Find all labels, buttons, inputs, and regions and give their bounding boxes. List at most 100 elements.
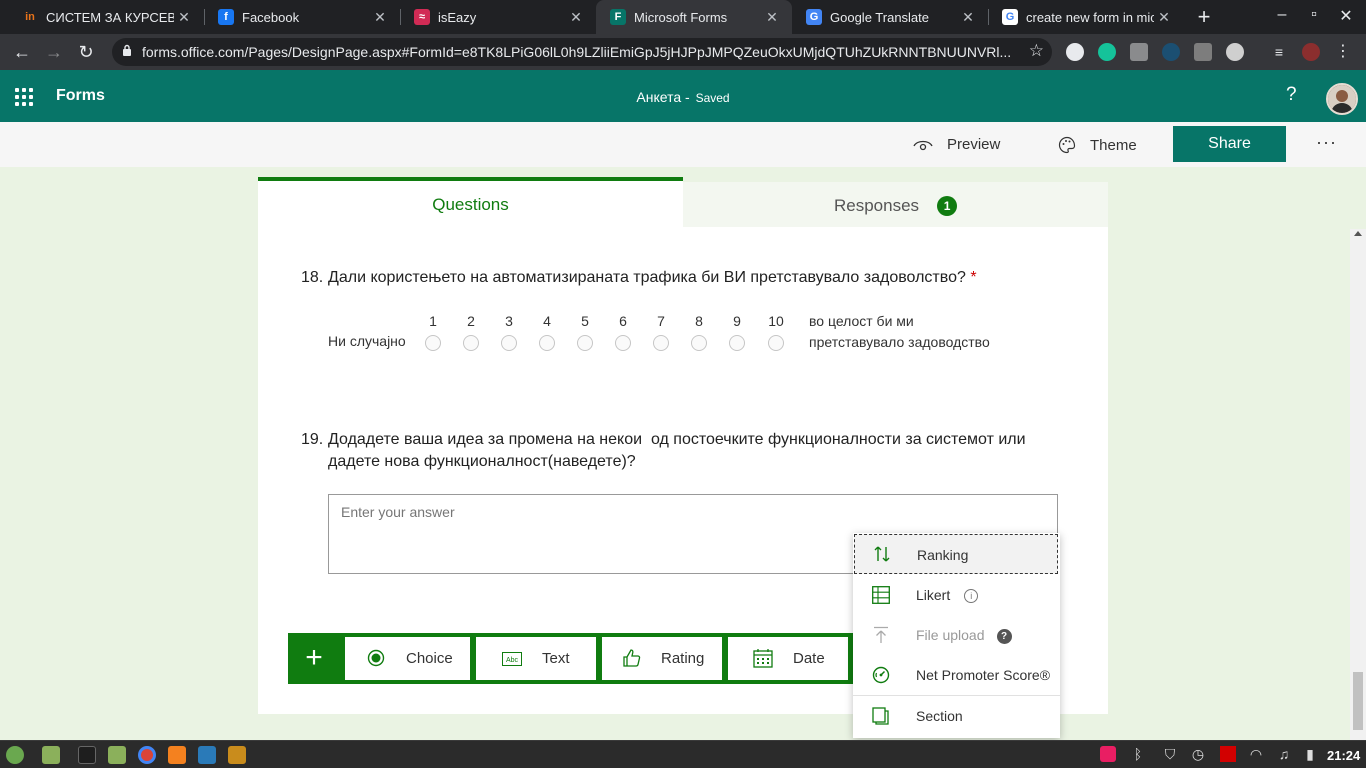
mint-menu-icon[interactable] <box>6 746 24 764</box>
text-editor-icon[interactable] <box>198 746 216 764</box>
minimize-icon[interactable]: – <box>1272 6 1292 24</box>
form-title[interactable]: Анкета <box>636 89 681 105</box>
more-options-icon[interactable]: ··· <box>1316 132 1337 153</box>
profile-avatar-icon[interactable] <box>1302 43 1320 61</box>
add-choice-button[interactable]: Choice <box>345 637 470 680</box>
add-date-button[interactable]: Date <box>728 637 848 680</box>
grammarly-icon[interactable] <box>1098 43 1116 61</box>
url-bar[interactable]: forms.office.com/Pages/DesignPage.aspx#F… <box>112 38 1052 66</box>
tray-app-icon[interactable] <box>1100 746 1116 762</box>
reload-icon[interactable]: ↻ <box>74 41 98 63</box>
info-icon[interactable]: i <box>964 589 979 603</box>
app-orange-icon[interactable] <box>168 746 186 764</box>
rating-option[interactable]: 9 <box>727 313 747 351</box>
rating-radio[interactable] <box>539 335 555 351</box>
close-tab-icon[interactable]: ✕ <box>566 9 586 26</box>
extension-dot-icon[interactable] <box>1066 43 1084 61</box>
question-text: Дали користењето на автоматизираната тра… <box>328 269 966 286</box>
scroll-up-icon[interactable] <box>1354 231 1362 236</box>
show-desktop-icon[interactable] <box>42 746 60 764</box>
terminal-icon[interactable] <box>78 746 96 764</box>
text-abc-icon: Abc <box>502 652 522 666</box>
theme-button[interactable]: Theme <box>1058 136 1137 154</box>
browser-tab-google-search[interactable]: G create new form in mic ✕ <box>988 0 1184 34</box>
rating-option[interactable]: 4 <box>537 313 557 351</box>
help-icon[interactable]: ? <box>1286 84 1297 106</box>
forward-icon[interactable]: → <box>42 41 66 63</box>
close-tab-icon[interactable]: ✕ <box>370 9 390 26</box>
extension-cube-icon[interactable] <box>1194 43 1212 61</box>
rating-option[interactable]: 7 <box>651 313 671 351</box>
user-avatar[interactable] <box>1326 83 1358 115</box>
files-icon[interactable] <box>108 746 126 764</box>
share-button[interactable]: Share <box>1173 126 1286 162</box>
extension-blue-icon[interactable] <box>1162 43 1180 61</box>
rating-option[interactable]: 1 <box>423 313 443 351</box>
facebook-extension-icon[interactable] <box>1130 43 1148 61</box>
rating-option[interactable]: 10 <box>762 313 790 351</box>
tab-title: Facebook <box>242 9 300 25</box>
sublime-icon[interactable] <box>228 746 246 764</box>
browser-tab-courses[interactable]: in СИСТЕМ ЗА КУРСЕВИ ✕ <box>8 0 204 34</box>
menu-item-net-promoter-score[interactable]: Net Promoter Score® <box>853 655 1060 695</box>
tab-title: create new form in mic <box>1026 9 1154 25</box>
menu-item-ranking[interactable]: Ranking <box>854 534 1058 574</box>
help-circle-icon[interactable]: ? <box>996 629 1012 644</box>
chrome-icon[interactable] <box>138 746 156 764</box>
google-favicon-icon: G <box>1002 9 1018 25</box>
rating-radio[interactable] <box>729 335 745 351</box>
new-tab-button[interactable]: + <box>1192 5 1216 29</box>
question-title[interactable]: Додадете ваша идеа за промена на некои о… <box>328 429 1088 473</box>
rating-option[interactable]: 2 <box>461 313 481 351</box>
add-new-icon[interactable]: + <box>288 633 340 684</box>
menu-item-likert[interactable]: Likert i <box>853 575 1060 615</box>
rating-number: 4 <box>543 313 551 329</box>
rating-radio[interactable] <box>425 335 441 351</box>
browser-tab-microsoft-forms[interactable]: F Microsoft Forms ✕ <box>596 0 792 34</box>
question-title[interactable]: Дали користењето на автоматизираната тра… <box>328 267 1058 289</box>
close-tab-icon[interactable]: ✕ <box>958 9 978 26</box>
browser-tab-facebook[interactable]: f Facebook ✕ <box>204 0 400 34</box>
rating-radio[interactable] <box>577 335 593 351</box>
maximize-icon[interactable]: ▫ <box>1304 6 1324 24</box>
rating-option[interactable]: 6 <box>613 313 633 351</box>
rating-radio[interactable] <box>463 335 479 351</box>
rating-option[interactable]: 3 <box>499 313 519 351</box>
scroll-thumb[interactable] <box>1353 672 1363 730</box>
shield-icon[interactable]: ⛉ <box>1162 746 1178 762</box>
browser-tab-iseazy[interactable]: ≈ isEazy ✕ <box>400 0 596 34</box>
rating-radio[interactable] <box>691 335 707 351</box>
media-queue-icon[interactable]: ≡ <box>1270 43 1288 61</box>
menu-item-section[interactable]: Section <box>853 696 1060 736</box>
browser-tab-google-translate[interactable]: G Google Translate ✕ <box>792 0 988 34</box>
window-close-icon[interactable]: ✕ <box>1336 6 1356 26</box>
battery-icon[interactable]: ▮ <box>1302 746 1318 762</box>
preview-button[interactable]: Preview <box>913 136 1000 153</box>
update-clock-icon[interactable]: ◷ <box>1190 746 1206 762</box>
close-tab-icon[interactable]: ✕ <box>174 9 194 26</box>
page-scrollbar[interactable] <box>1350 229 1366 740</box>
rating-radio[interactable] <box>653 335 669 351</box>
keyboard-layout-flag-icon[interactable] <box>1220 746 1236 762</box>
wifi-icon[interactable]: ◠ <box>1248 746 1264 762</box>
close-tab-icon[interactable]: ✕ <box>1154 9 1174 26</box>
tab-questions[interactable]: Questions <box>258 177 683 227</box>
url-text: forms.office.com/Pages/DesignPage.aspx#F… <box>142 44 1012 60</box>
rating-option[interactable]: 8 <box>689 313 709 351</box>
back-icon[interactable]: ← <box>10 41 34 63</box>
add-rating-button[interactable]: Rating <box>602 637 722 680</box>
tab-responses[interactable]: Responses 1 <box>683 182 1108 227</box>
bookmark-star-icon[interactable]: ☆ <box>1029 41 1044 61</box>
rating-option[interactable]: 5 <box>575 313 595 351</box>
clock[interactable]: 21:24 <box>1327 748 1360 763</box>
bluetooth-icon[interactable]: ᛒ <box>1130 746 1146 762</box>
question-text-line2: дадете нова функционалност(наведете)? <box>328 453 636 470</box>
add-text-button[interactable]: Abc Text <box>476 637 596 680</box>
rating-radio[interactable] <box>768 335 784 351</box>
extension-circle-icon[interactable] <box>1226 43 1244 61</box>
sound-icon[interactable]: ♫ <box>1276 746 1292 762</box>
close-tab-icon[interactable]: ✕ <box>762 9 782 26</box>
browser-menu-icon[interactable]: ⋮ <box>1334 43 1352 61</box>
rating-radio[interactable] <box>501 335 517 351</box>
rating-radio[interactable] <box>615 335 631 351</box>
